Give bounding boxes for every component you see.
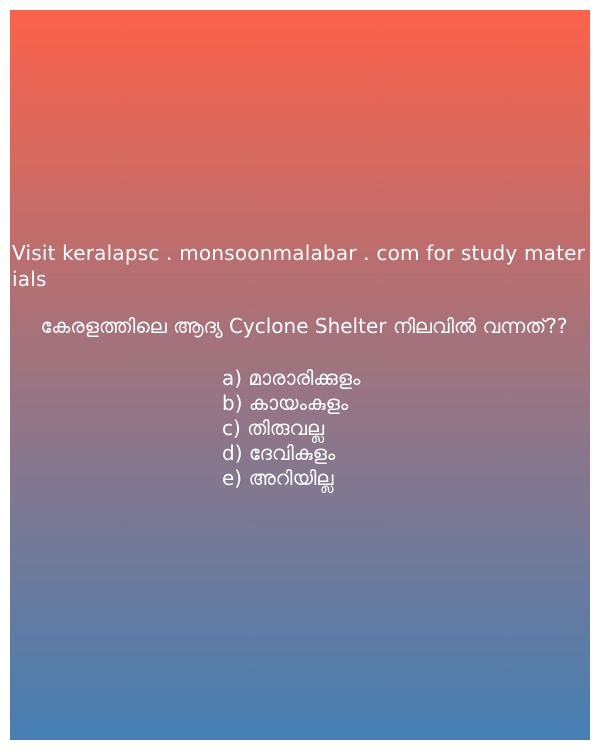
question-text: കേരളത്തിലെ ആദ്യ Cyclone Shelter നിലവിൽ വ… xyxy=(40,314,568,338)
options-list: a) മാരാരിക്കുളം b) കായംകുളം c) തിരുവല്ല … xyxy=(222,366,360,491)
quiz-card: Visit keralapsc . monsoonmalabar . com f… xyxy=(10,10,590,740)
option-d: d) ദേവികുളം xyxy=(222,441,336,465)
option-a: a) മാരാരിക്കുളം xyxy=(222,366,361,390)
option-e: e) അറിയില്ല xyxy=(222,466,334,490)
promo-text: Visit keralapsc . monsoonmalabar . com f… xyxy=(12,241,586,291)
option-b: b) കായംകുളം xyxy=(222,391,349,415)
option-c: c) തിരുവല്ല xyxy=(222,416,325,440)
